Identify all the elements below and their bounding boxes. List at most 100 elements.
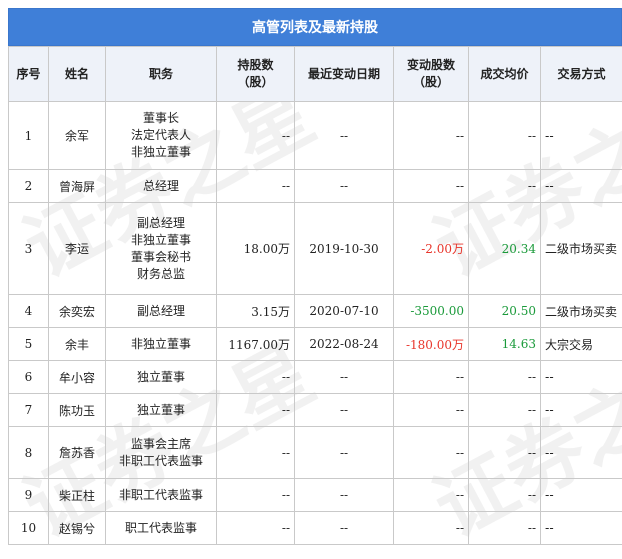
row-change-date: 2020-07-10 — [295, 295, 394, 328]
row-position: 独立董事 — [106, 394, 217, 427]
row-avg-price: -- — [469, 170, 541, 203]
table-row: 8詹苏香监事会主席非职工代表监事---------- — [9, 427, 622, 479]
row-change-date: 2022-08-24 — [295, 328, 394, 361]
row-trade-method: -- — [541, 361, 622, 394]
position-line: 董事会秘书 — [110, 249, 212, 266]
row-index: 3 — [9, 203, 49, 295]
row-trade-method: -- — [541, 102, 622, 170]
row-trade-method: -- — [541, 479, 622, 512]
row-shares: -- — [217, 170, 295, 203]
header-change-date: 最近变动日期 — [295, 47, 394, 102]
table-row: 7陈功玉独立董事---------- — [9, 394, 622, 427]
row-change-shares: -3500.00 — [394, 295, 469, 328]
position-line: 非独立董事 — [110, 232, 212, 249]
holdings-panel: 高管列表及最新持股 序号姓名职务持股数 （股）最近变动日期变动股数 （股）成交均… — [8, 8, 622, 545]
row-position: 副总经理 — [106, 295, 217, 328]
row-index: 9 — [9, 479, 49, 512]
row-name: 李运 — [49, 203, 106, 295]
row-change-date: -- — [295, 361, 394, 394]
row-shares: -- — [217, 512, 295, 545]
position-line: 非独立董事 — [110, 336, 212, 353]
row-trade-method: -- — [541, 427, 622, 479]
header-shares: 持股数 （股） — [217, 47, 295, 102]
header-trade-method: 交易方式 — [541, 47, 622, 102]
header-change-shares: 变动股数 （股） — [394, 47, 469, 102]
row-shares: -- — [217, 361, 295, 394]
row-change-shares: -- — [394, 479, 469, 512]
row-change-date: -- — [295, 102, 394, 170]
position-line: 独立董事 — [110, 402, 212, 419]
row-avg-price: -- — [469, 361, 541, 394]
row-position: 副总经理非独立董事董事会秘书财务总监 — [106, 203, 217, 295]
row-avg-price: -- — [469, 512, 541, 545]
table-title: 高管列表及最新持股 — [8, 8, 622, 46]
row-name: 柴正柱 — [49, 479, 106, 512]
header-index: 序号 — [9, 47, 49, 102]
row-avg-price: 20.50 — [469, 295, 541, 328]
row-avg-price: -- — [469, 102, 541, 170]
row-name: 曾海屏 — [49, 170, 106, 203]
row-change-date: 2019-10-30 — [295, 203, 394, 295]
row-avg-price: -- — [469, 427, 541, 479]
row-shares: -- — [217, 479, 295, 512]
row-shares: 3.15万 — [217, 295, 295, 328]
position-line: 独立董事 — [110, 369, 212, 386]
row-change-date: -- — [295, 170, 394, 203]
table-body: 1余军董事长法定代表人非独立董事----------2曾海屏总经理-------… — [9, 102, 622, 545]
row-trade-method: -- — [541, 170, 622, 203]
row-change-date: -- — [295, 512, 394, 545]
row-trade-method: 二级市场买卖 — [541, 295, 622, 328]
row-index: 7 — [9, 394, 49, 427]
position-line: 非独立董事 — [110, 144, 212, 161]
header-name: 姓名 — [49, 47, 106, 102]
row-avg-price: 14.63 — [469, 328, 541, 361]
row-avg-price: 20.34 — [469, 203, 541, 295]
executive-holdings-table: 序号姓名职务持股数 （股）最近变动日期变动股数 （股）成交均价交易方式 1余军董… — [8, 46, 622, 545]
row-position: 总经理 — [106, 170, 217, 203]
row-position: 独立董事 — [106, 361, 217, 394]
table-row: 2曾海屏总经理---------- — [9, 170, 622, 203]
position-line: 职工代表监事 — [110, 520, 212, 537]
row-index: 10 — [9, 512, 49, 545]
table-row: 3李运副总经理非独立董事董事会秘书财务总监18.00万2019-10-30-2.… — [9, 203, 622, 295]
row-change-date: -- — [295, 479, 394, 512]
row-name: 余丰 — [49, 328, 106, 361]
position-line: 副总经理 — [110, 303, 212, 320]
header-avg-price: 成交均价 — [469, 47, 541, 102]
position-line: 董事长 — [110, 110, 212, 127]
row-name: 赵锡兮 — [49, 512, 106, 545]
position-line: 副总经理 — [110, 215, 212, 232]
table-header: 序号姓名职务持股数 （股）最近变动日期变动股数 （股）成交均价交易方式 — [9, 47, 622, 102]
row-change-shares: -- — [394, 512, 469, 545]
row-index: 5 — [9, 328, 49, 361]
table-row: 1余军董事长法定代表人非独立董事---------- — [9, 102, 622, 170]
table-row: 6牟小容独立董事---------- — [9, 361, 622, 394]
row-name: 詹苏香 — [49, 427, 106, 479]
row-index: 6 — [9, 361, 49, 394]
position-line: 总经理 — [110, 178, 212, 195]
row-trade-method: -- — [541, 512, 622, 545]
position-line: 非职工代表监事 — [110, 453, 212, 470]
position-line: 监事会主席 — [110, 436, 212, 453]
row-change-shares: -- — [394, 427, 469, 479]
row-index: 2 — [9, 170, 49, 203]
row-position: 非独立董事 — [106, 328, 217, 361]
row-change-shares: -- — [394, 102, 469, 170]
row-change-shares: -2.00万 — [394, 203, 469, 295]
table-row: 4余奕宏副总经理3.15万2020-07-10-3500.0020.50二级市场… — [9, 295, 622, 328]
row-position: 董事长法定代表人非独立董事 — [106, 102, 217, 170]
row-trade-method: -- — [541, 394, 622, 427]
row-name: 余奕宏 — [49, 295, 106, 328]
row-shares: -- — [217, 427, 295, 479]
row-shares: 18.00万 — [217, 203, 295, 295]
row-index: 8 — [9, 427, 49, 479]
row-change-shares: -- — [394, 170, 469, 203]
row-trade-method: 大宗交易 — [541, 328, 622, 361]
table-row: 10赵锡兮职工代表监事---------- — [9, 512, 622, 545]
row-shares: -- — [217, 102, 295, 170]
row-shares: 1167.00万 — [217, 328, 295, 361]
row-change-shares: -- — [394, 361, 469, 394]
row-position: 监事会主席非职工代表监事 — [106, 427, 217, 479]
table-row: 9柴正柱非职工代表监事---------- — [9, 479, 622, 512]
row-change-date: -- — [295, 394, 394, 427]
